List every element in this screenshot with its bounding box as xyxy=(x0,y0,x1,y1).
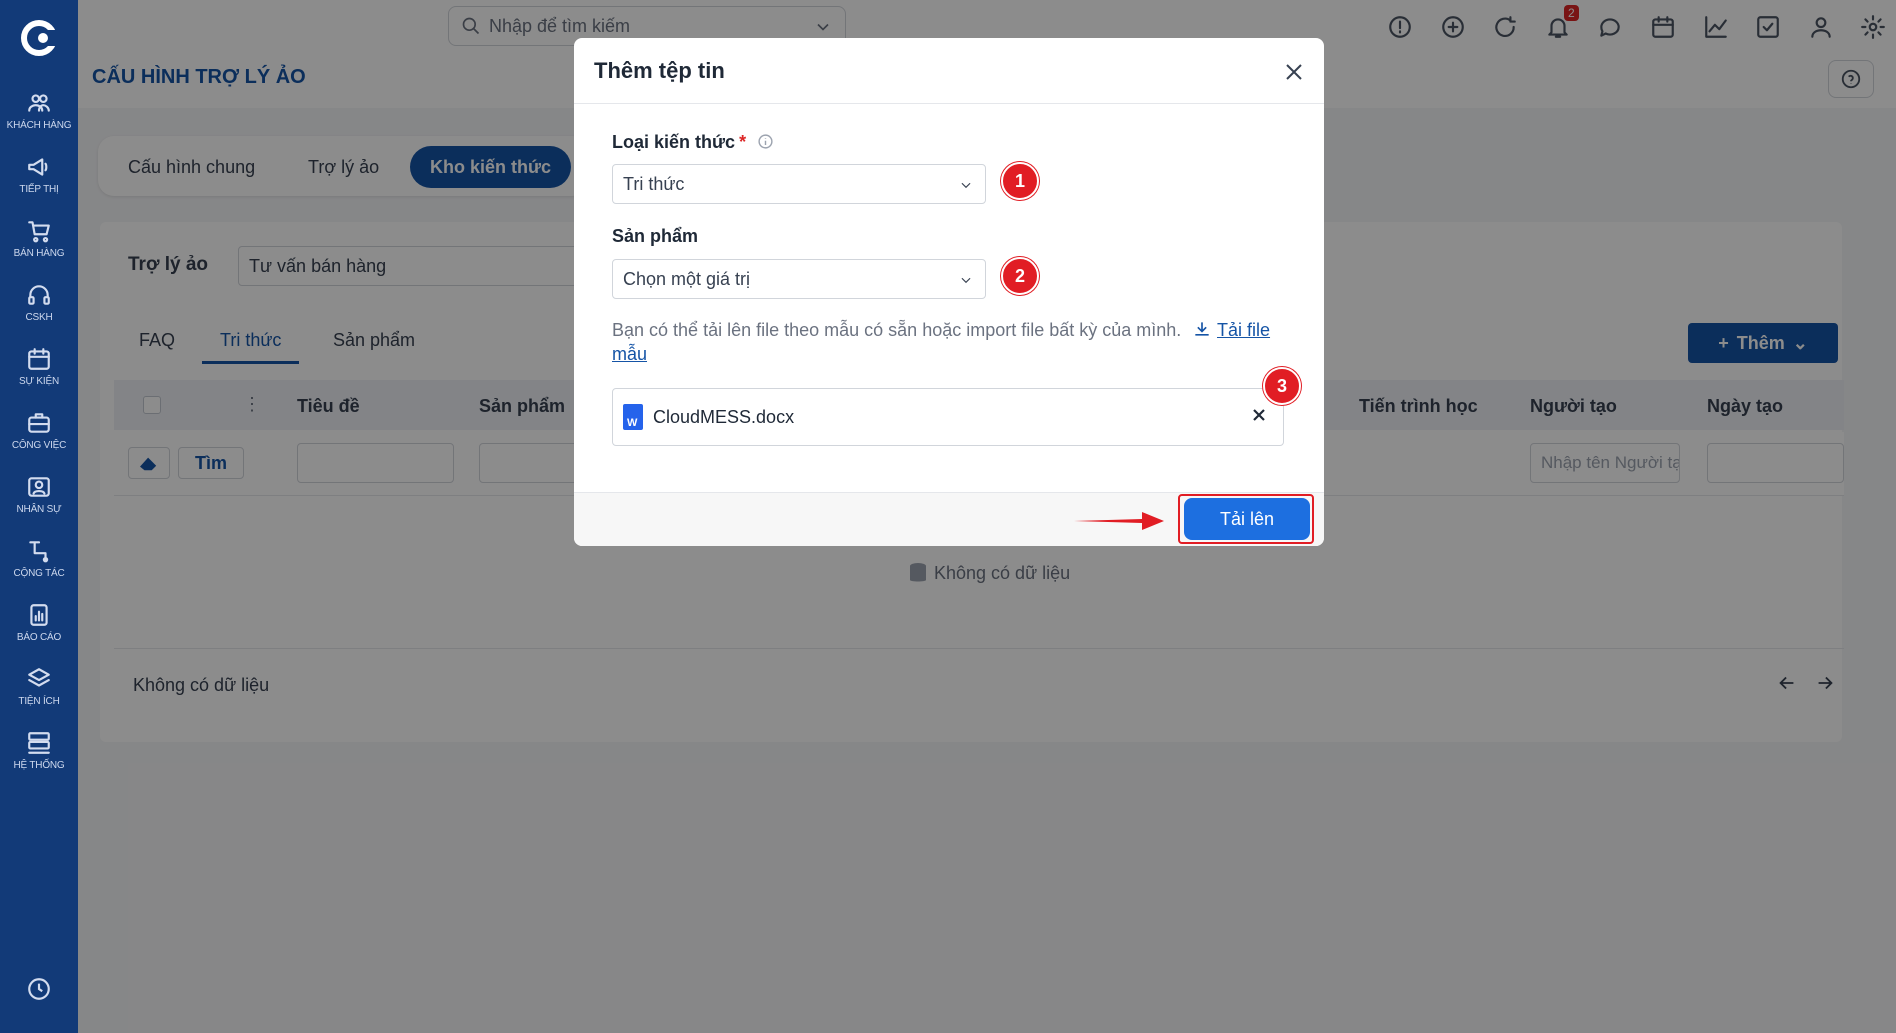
remove-file-icon[interactable] xyxy=(1251,407,1267,423)
required-mark: * xyxy=(739,132,747,152)
sidebar-item-events[interactable]: SỰ KIỆN xyxy=(0,338,78,394)
calendar-icon xyxy=(28,347,50,370)
uploaded-file: CloudMESS.docx xyxy=(612,388,1284,446)
cart-icon xyxy=(28,220,50,242)
step-marker-2: 2 xyxy=(1001,257,1039,295)
upload-hint: Bạn có thể tải lên file theo mẫu có sẵn … xyxy=(612,318,1292,366)
sidebar-item-label: TIẾP THỊ xyxy=(19,183,59,195)
sidebar-item-collaboration[interactable]: CỘNG TÁC xyxy=(0,530,78,586)
users-icon xyxy=(28,93,50,112)
sidebar-item-sales[interactable]: BÁN HÀNG xyxy=(0,210,78,266)
product-select-value: Chọn một giá trị xyxy=(623,268,751,289)
id-card-icon xyxy=(28,476,50,497)
sidebar-item-label: BÁN HÀNG xyxy=(13,247,65,259)
sidebar-item-label: CSKH xyxy=(25,311,53,323)
headset-icon xyxy=(28,284,50,305)
briefcase-icon xyxy=(28,412,50,433)
product-select[interactable]: Chọn một giá trị xyxy=(612,259,986,299)
step-marker-1: 1 xyxy=(1001,162,1039,200)
chevron-down-icon xyxy=(961,277,971,284)
sidebar-item-system[interactable]: HỆ THỐNG xyxy=(0,722,78,778)
word-file-icon xyxy=(623,404,643,430)
product-label: Sản phẩm xyxy=(612,226,699,246)
sidebar-item-label: HỆ THỐNG xyxy=(13,759,65,771)
chevron-down-icon xyxy=(961,182,971,189)
knowledge-type-value: Tri thức xyxy=(623,173,685,194)
app-logo[interactable] xyxy=(19,18,59,58)
megaphone-icon xyxy=(28,157,48,176)
sidebar-item-label: CÔNG VIỆC xyxy=(11,439,67,451)
info-icon[interactable] xyxy=(757,133,774,150)
sidebar-item-label: KHÁCH HÀNG xyxy=(6,119,72,131)
sidebar-item-label: TIỆN ÍCH xyxy=(18,695,60,707)
upload-button[interactable]: Tải lên xyxy=(1184,498,1310,540)
file-name: CloudMESS.docx xyxy=(653,406,795,427)
layers-icon xyxy=(28,667,50,687)
knowledge-type-label-text: Loại kiến thức xyxy=(612,132,736,152)
sidebar-item-marketing[interactable]: TIẾP THỊ xyxy=(0,146,78,202)
sidebar-item-reports[interactable]: BÁO CÁO xyxy=(0,594,78,650)
close-icon[interactable] xyxy=(1284,62,1304,82)
sidebar-item-tasks[interactable]: CÔNG VIỆC xyxy=(0,402,78,458)
download-icon[interactable] xyxy=(1192,319,1212,339)
sidebar-item-support[interactable]: CSKH xyxy=(0,274,78,330)
knowledge-type-select[interactable]: Tri thức xyxy=(612,164,986,204)
network-icon xyxy=(29,540,49,562)
sidebar-item-label: NHÂN SỰ xyxy=(16,503,62,515)
sidebar: KHÁCH HÀNG TIẾP THỊ BÁN HÀNG CSKH SỰ KIỆ… xyxy=(0,0,78,1033)
server-icon xyxy=(28,731,50,754)
modal-header: Thêm tệp tin xyxy=(574,38,1324,104)
sidebar-item-customers[interactable]: KHÁCH HÀNG xyxy=(0,82,78,138)
sidebar-item-label: CỘNG TÁC xyxy=(13,567,65,579)
report-icon xyxy=(30,603,48,626)
sidebar-item-label: SỰ KIỆN xyxy=(19,375,59,387)
step-marker-3: 3 xyxy=(1263,367,1301,405)
sidebar-item-utilities[interactable]: TIỆN ÍCH xyxy=(0,658,78,714)
modal-title: Thêm tệp tin xyxy=(594,58,725,83)
upload-hint-text: Bạn có thể tải lên file theo mẫu có sẵn … xyxy=(612,320,1182,340)
pointer-arrow-icon xyxy=(1074,512,1164,530)
history-icon[interactable] xyxy=(26,976,52,1002)
add-file-modal: Thêm tệp tin Loại kiến thức * Tri thức Sả… xyxy=(574,38,1324,546)
sidebar-item-label: BÁO CÁO xyxy=(16,631,62,643)
knowledge-type-label: Loại kiến thức * xyxy=(612,132,774,153)
sidebar-item-hr[interactable]: NHÂN SỰ xyxy=(0,466,78,522)
